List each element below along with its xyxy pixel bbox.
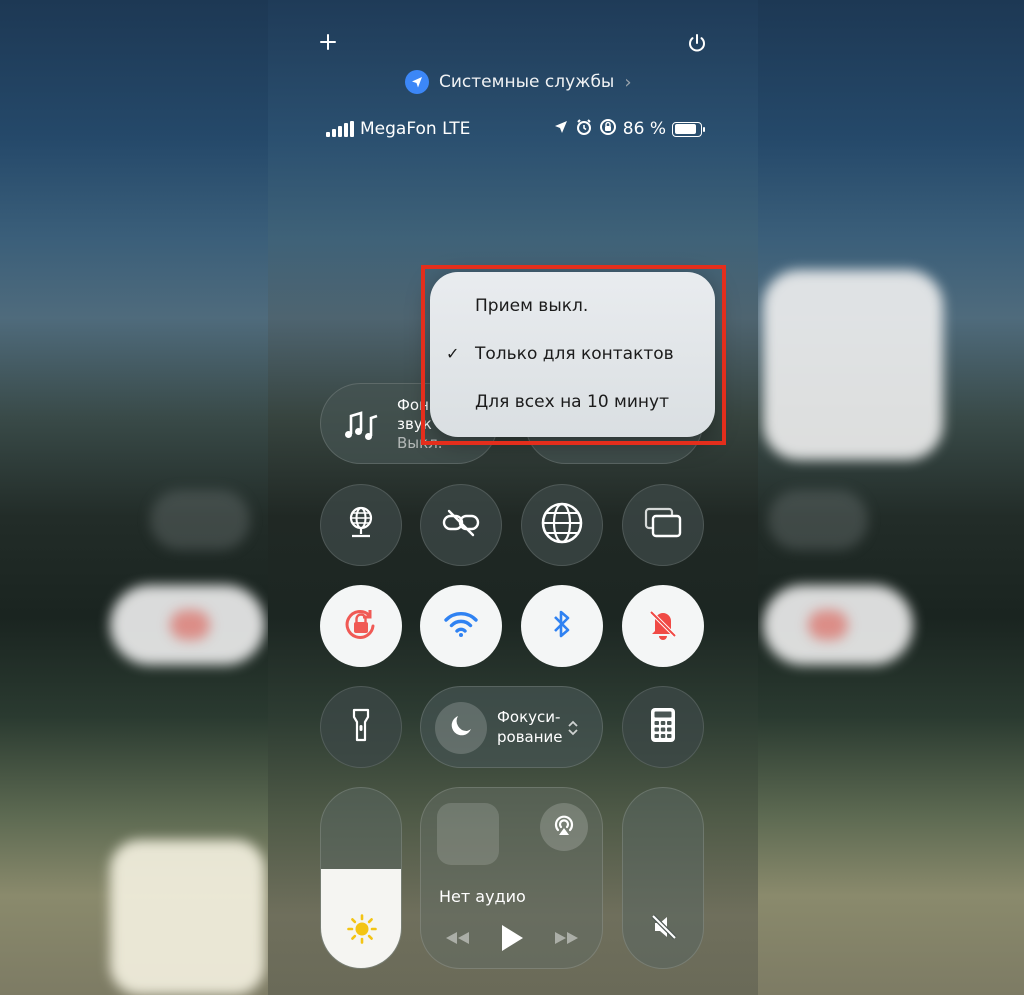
- speaker-muted-icon: [649, 912, 679, 946]
- annotation-highlight-box: [421, 265, 726, 445]
- focus-tile[interactable]: Фокуси- рование: [420, 686, 603, 768]
- silent-mode-tile[interactable]: [622, 585, 704, 667]
- globe-icon: [539, 500, 585, 550]
- alarm-icon: [575, 118, 593, 140]
- bell-off-icon: [646, 607, 680, 645]
- calculator-tile[interactable]: [622, 686, 704, 768]
- globe-network-icon: [346, 506, 376, 544]
- media-controls: [443, 923, 581, 957]
- music-notes-icon: [343, 408, 381, 446]
- network-sharing-tile[interactable]: [320, 484, 402, 566]
- airplay-audio-icon: [551, 812, 577, 842]
- link-off-icon: [441, 508, 481, 542]
- airplay-button[interactable]: [540, 803, 588, 851]
- sun-icon: [346, 913, 378, 949]
- focus-label-line2: рование: [497, 728, 563, 746]
- focus-label-line1: Фокуси-: [497, 708, 561, 726]
- wifi-icon: [443, 610, 479, 642]
- location-arrow-icon: [405, 70, 429, 94]
- battery-icon: [672, 121, 705, 137]
- power-icon[interactable]: [686, 32, 708, 54]
- volume-slider[interactable]: [622, 787, 704, 969]
- orientation-lock-tile[interactable]: [320, 585, 402, 667]
- bluetooth-icon: [551, 608, 573, 644]
- wifi-tile[interactable]: [420, 585, 502, 667]
- play-icon[interactable]: [499, 923, 525, 957]
- focus-moon-button: [435, 702, 487, 754]
- blurred-background-right: [758, 0, 1024, 995]
- location-services-icon: [553, 119, 569, 139]
- fast-forward-icon[interactable]: [553, 930, 581, 950]
- flashlight-icon: [352, 708, 370, 746]
- moon-icon: [447, 712, 475, 744]
- calculator-icon: [650, 707, 676, 747]
- chevron-updown-icon: [567, 719, 579, 741]
- media-player[interactable]: Нет аудио: [420, 787, 603, 969]
- media-status-label: Нет аудио: [439, 887, 526, 906]
- signal-strength-icon: [326, 121, 354, 137]
- blurred-background-left: [0, 0, 268, 995]
- bluetooth-tile[interactable]: [521, 585, 603, 667]
- rewind-icon[interactable]: [443, 930, 471, 950]
- chevron-right-icon: ›: [624, 71, 632, 93]
- flashlight-tile[interactable]: [320, 686, 402, 768]
- album-art-placeholder: [437, 803, 499, 865]
- vpn-globe-tile[interactable]: [521, 484, 603, 566]
- screen-mirroring-icon: [643, 506, 683, 544]
- status-bar: MegaFon LTE 86 %: [326, 116, 705, 142]
- screen-mirroring-tile[interactable]: [622, 484, 704, 566]
- brightness-slider[interactable]: [320, 787, 402, 969]
- plus-icon[interactable]: [318, 32, 338, 52]
- carrier-label: MegaFon LTE: [360, 119, 471, 139]
- rotation-lock-icon: [339, 602, 383, 650]
- system-services-label: Системные службы: [439, 72, 615, 92]
- battery-percent: 86 %: [622, 119, 666, 139]
- system-services-link[interactable]: Системные службы ›: [405, 70, 632, 94]
- rotation-lock-icon: [599, 118, 617, 140]
- airdrop-tile[interactable]: [420, 484, 502, 566]
